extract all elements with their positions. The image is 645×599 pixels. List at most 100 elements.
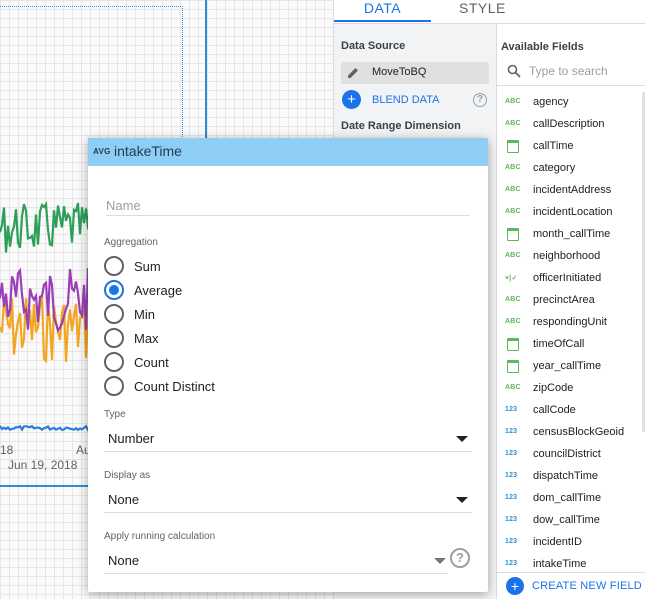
number-type-icon: 123 [505, 538, 518, 545]
field-item-callDescription[interactable]: ABC callDescription [497, 114, 645, 136]
field-item-callTime[interactable]: callTime [497, 136, 645, 158]
field-item-incidentID[interactable]: 123 incidentID [497, 532, 645, 554]
display-as-select[interactable]: None [104, 487, 472, 513]
help-icon[interactable]: ? [450, 548, 470, 568]
field-item-timeOfCall[interactable]: timeOfCall [497, 334, 645, 356]
field-item-councilDistrict[interactable]: 123 councilDistrict [497, 444, 645, 466]
text-type-icon: ABC [505, 296, 521, 303]
type-label: Type [104, 409, 126, 420]
text-type-icon: ABC [505, 120, 521, 127]
radio-circle-icon [104, 304, 124, 324]
running-calculation-select[interactable]: None [104, 548, 448, 574]
aggregation-option-sum[interactable]: Sum [104, 255, 304, 277]
field-item-dow_callTime[interactable]: 123 dow_callTime [497, 510, 645, 532]
field-name: callTime [533, 140, 574, 152]
aggregation-label: Aggregation [104, 237, 158, 248]
calendar-icon [507, 140, 519, 153]
field-item-category[interactable]: ABC category [497, 158, 645, 180]
display-as-value: None [108, 492, 140, 507]
field-item-respondingUnit[interactable]: ABC respondingUnit [497, 312, 645, 334]
x-tick-label: 18 [0, 443, 14, 457]
text-type-icon: ABC [505, 208, 521, 215]
tab-data[interactable]: DATA [334, 0, 431, 22]
field-item-agency[interactable]: ABC agency [497, 92, 645, 114]
field-name: dow_callTime [533, 514, 600, 526]
aggregation-option-label: Count [134, 355, 169, 370]
tab-style[interactable]: STYLE [459, 0, 505, 22]
field-item-dom_callTime[interactable]: 123 dom_callTime [497, 488, 645, 510]
boolean-type-icon: ×|✓ [505, 275, 518, 282]
field-list: ABC agency ABC callDescription callTime ABC ca… [497, 92, 645, 576]
create-new-field-label: CREATE NEW FIELD [532, 580, 642, 592]
running-calculation-label: Apply running calculation [104, 531, 216, 542]
date-range-dimension-title: Date Range Dimension [341, 120, 461, 132]
panel-tabs: DATA STYLE [334, 0, 645, 24]
field-item-dispatchTime[interactable]: 123 dispatchTime [497, 466, 645, 488]
text-type-icon: ABC [505, 318, 521, 325]
dropdown-caret-icon [434, 558, 446, 564]
display-as-label: Display as [104, 470, 151, 481]
field-item-incidentAddress[interactable]: ABC incidentAddress [497, 180, 645, 202]
number-type-icon: 123 [505, 516, 518, 523]
field-name: callDescription [533, 118, 605, 130]
type-select[interactable]: Number [104, 426, 472, 452]
text-type-icon: ABC [505, 252, 521, 259]
field-item-zipCode[interactable]: ABC zipCode [497, 378, 645, 400]
field-item-incidentLocation[interactable]: ABC incidentLocation [497, 202, 645, 224]
help-icon[interactable]: ? [473, 93, 487, 107]
available-fields-title: Available Fields [501, 41, 584, 53]
field-name: dom_callTime [533, 492, 602, 504]
number-type-icon: 123 [505, 560, 518, 567]
field-item-year_callTime[interactable]: year_callTime [497, 356, 645, 378]
field-item-month_callTime[interactable]: month_callTime [497, 224, 645, 246]
field-name: censusBlockGeoid [533, 426, 625, 438]
name-input[interactable] [106, 196, 470, 216]
field-item-precinctArea[interactable]: ABC precinctArea [497, 290, 645, 312]
blend-data-button[interactable]: + BLEND DATA [342, 90, 492, 110]
field-item-neighborhood[interactable]: ABC neighborhood [497, 246, 645, 268]
field-name: callCode [533, 404, 576, 416]
aggregation-option-count-distinct[interactable]: Count Distinct [104, 375, 304, 397]
x-tick-label: Jun 19, 2018 [8, 458, 78, 472]
aggregation-option-count[interactable]: Count [104, 351, 304, 373]
text-type-icon: ABC [505, 98, 521, 105]
field-name: precinctArea [533, 294, 595, 306]
aggregation-option-label: Count Distinct [134, 379, 215, 394]
field-name: respondingUnit [533, 316, 607, 328]
field-search [497, 58, 645, 86]
field-item-censusBlockGeoid[interactable]: 123 censusBlockGeoid [497, 422, 645, 444]
radio-circle-icon [104, 256, 124, 276]
field-name: councilDistrict [533, 448, 601, 460]
add-icon: + [342, 90, 361, 109]
field-name: dispatchTime [533, 470, 599, 482]
edit-pencil-icon[interactable] [341, 62, 365, 84]
search-icon [507, 64, 521, 83]
aggregation-option-label: Average [134, 283, 183, 298]
dropdown-caret-icon [456, 436, 468, 442]
text-type-icon: ABC [505, 186, 521, 193]
search-input[interactable] [529, 62, 641, 80]
field-name: incidentAddress [533, 184, 612, 196]
create-new-field-button[interactable]: + CREATE NEW FIELD [497, 572, 645, 599]
aggregation-tag: AVG [93, 147, 111, 156]
field-item-officerInitiated[interactable]: ×|✓ officerInitiated [497, 268, 645, 290]
radio-circle-icon [104, 328, 124, 348]
series-line-orange [0, 296, 92, 364]
calendar-icon [507, 228, 519, 241]
calendar-icon [507, 338, 519, 351]
available-fields-section: Available Fields ABC agency ABC callDescrip… [497, 24, 645, 599]
data-source-name: MoveToBQ [372, 66, 427, 78]
radio-circle-icon [104, 376, 124, 396]
aggregation-option-max[interactable]: Max [104, 327, 304, 349]
field-item-callCode[interactable]: 123 callCode [497, 400, 645, 422]
aggregation-option-min[interactable]: Min [104, 303, 304, 325]
aggregation-option-average[interactable]: Average [104, 279, 304, 301]
data-source-chip[interactable]: MoveToBQ [341, 62, 489, 84]
type-value: Number [108, 431, 155, 446]
aggregation-option-label: Sum [134, 259, 161, 274]
field-name: year_callTime [533, 360, 602, 372]
field-name: neighborhood [533, 250, 601, 262]
number-type-icon: 123 [505, 450, 518, 457]
calendar-icon [507, 360, 519, 373]
field-name: incidentLocation [533, 206, 613, 218]
